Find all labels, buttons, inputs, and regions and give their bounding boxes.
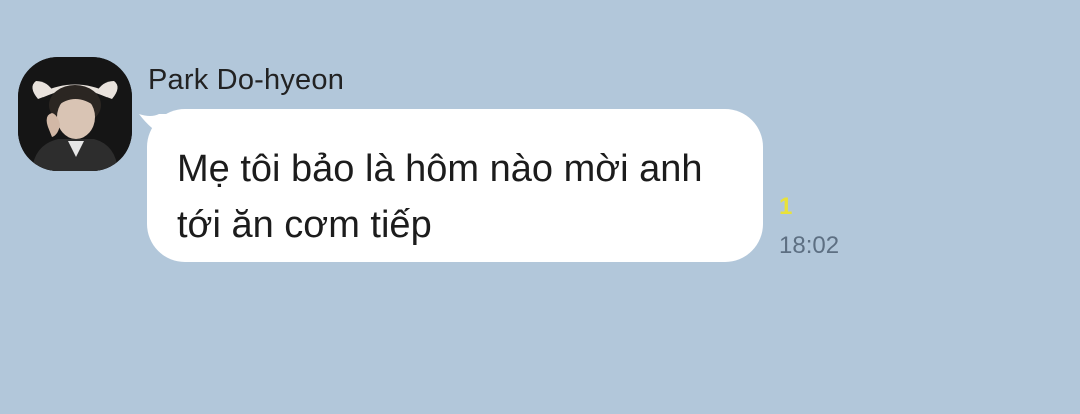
message-bubble[interactable]: Mẹ tôi bảo là hôm nào mời anh tới ăn cơm …	[147, 109, 763, 262]
message-text: Mẹ tôi bảo là hôm nào mời anh tới ăn cơm …	[177, 141, 737, 253]
message-timestamp: 18:02	[779, 232, 840, 259]
message-line-2: tới ăn cơm tiếp	[177, 204, 432, 246]
message-line-1: Mẹ tôi bảo là hôm nào mời anh	[177, 148, 703, 190]
sender-name[interactable]: Park Do-hyeon	[148, 64, 344, 97]
sender-avatar[interactable]	[18, 57, 132, 171]
chat-area: Park Do-hyeon Mẹ tôi bảo là hôm nào mời …	[0, 0, 1080, 414]
avatar-photo-icon	[18, 57, 132, 171]
unread-count: 1	[779, 193, 793, 220]
